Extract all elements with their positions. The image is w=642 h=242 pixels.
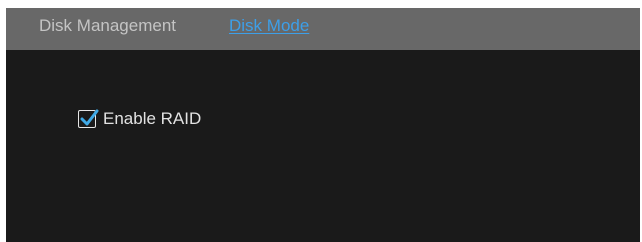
tab-disk-mode[interactable]: Disk Mode: [229, 16, 309, 36]
checkmark-icon: [80, 109, 99, 126]
enable-raid-option[interactable]: Enable RAID: [78, 107, 201, 131]
tab-bar: Disk Management Disk Mode: [6, 8, 640, 50]
disk-settings-panel: Disk Management Disk Mode Enable RAID: [6, 8, 640, 242]
disk-mode-content: Enable RAID: [6, 50, 640, 242]
enable-raid-label: Enable RAID: [103, 109, 202, 128]
tab-disk-management[interactable]: Disk Management: [39, 16, 176, 36]
enable-raid-checkbox[interactable]: [78, 109, 99, 128]
